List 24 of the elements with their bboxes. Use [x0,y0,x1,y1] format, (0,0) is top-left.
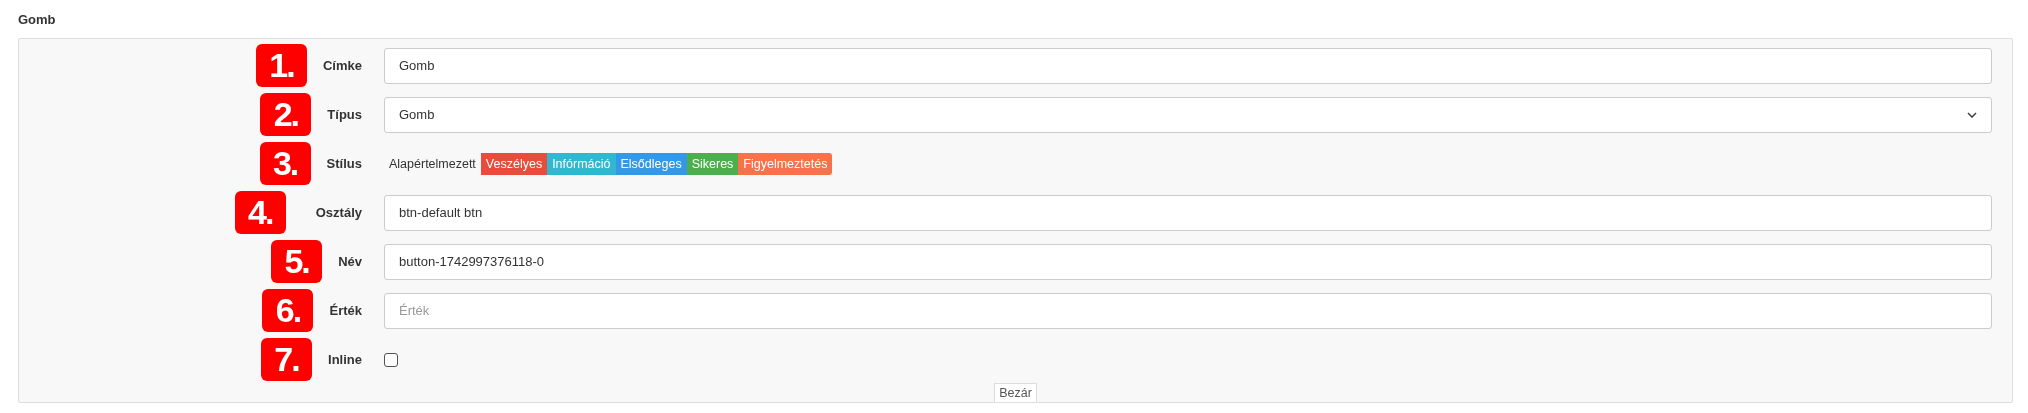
field-label: Érték [329,303,362,318]
input-field[interactable]: Érték [384,292,1992,329]
field-label: Stílus [326,156,362,171]
field-label: Osztály [315,205,362,220]
input-field[interactable]: Gomb [384,47,1992,84]
checkbox[interactable] [384,352,398,367]
select-field[interactable]: Gomb [384,96,1992,133]
step-number: 4. [234,191,286,234]
caret-icon [1967,111,1977,118]
section-title: Gomb [18,12,57,28]
close-tab[interactable]: Bezár [994,383,1037,402]
step-number: 7. [261,338,313,381]
step-number: 2. [260,93,312,136]
step-number: 5. [271,240,323,283]
input-field[interactable]: btn-default btn [384,194,1992,231]
field-label: Név [338,254,362,269]
field-label: Címke [322,58,362,73]
style-option[interactable]: Veszélyes [480,152,548,175]
step-number: 1. [255,44,307,87]
input-field[interactable]: button-1742997376118-0 [384,243,1992,280]
step-number: 6. [262,289,314,332]
step-number: 3. [259,142,311,185]
field-label: Inline [328,352,362,367]
field-label: Típus [327,107,362,122]
